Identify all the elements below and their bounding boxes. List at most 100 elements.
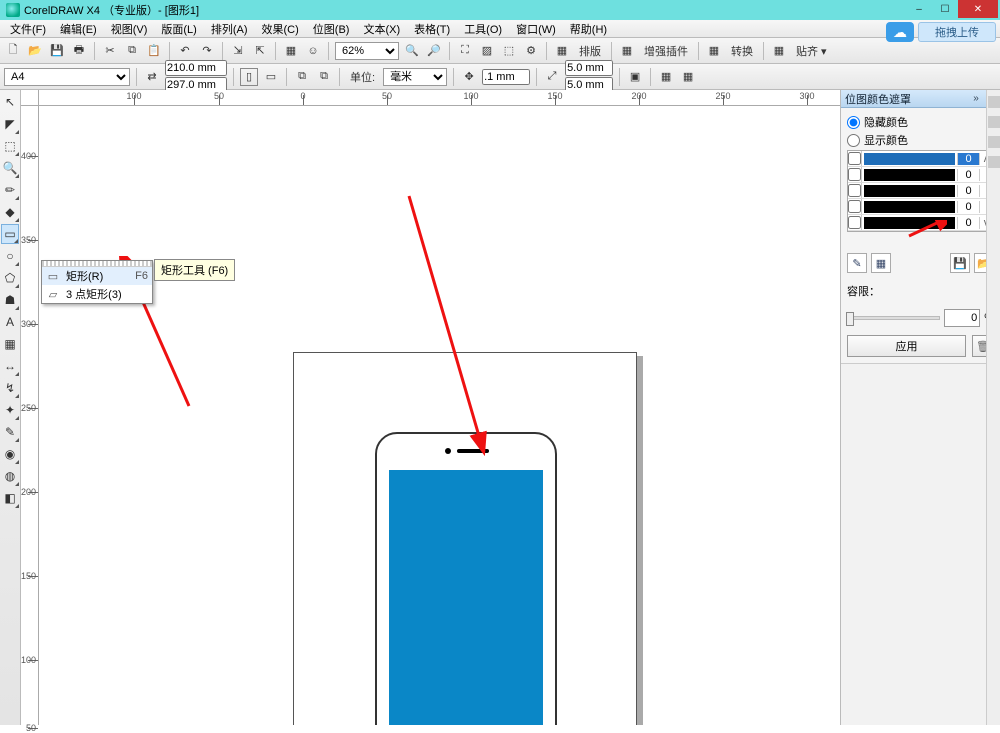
outline-tool-icon[interactable]: ◉ <box>1 444 19 464</box>
plugin-icon[interactable]: ▦ <box>618 42 636 60</box>
pages2-icon[interactable]: ⧉ <box>315 68 333 86</box>
ruler-origin[interactable] <box>21 90 39 106</box>
zoom-in-icon[interactable]: 🔍 <box>403 42 421 60</box>
landscape-icon[interactable]: ▭ <box>262 68 280 86</box>
portrait-icon[interactable]: ▯ <box>240 68 258 86</box>
connector-tool-icon[interactable]: ↯ <box>1 378 19 398</box>
strip-icon-4[interactable] <box>988 156 1000 168</box>
strip-icon-3[interactable] <box>988 136 1000 148</box>
strip-icon-1[interactable] <box>988 96 1000 108</box>
dynamic-guides-icon[interactable]: ▦ <box>657 68 675 86</box>
color-mask-row[interactable]: 0 <box>848 167 993 183</box>
import-icon[interactable]: ⇲ <box>229 42 247 60</box>
tolerance-field[interactable] <box>944 309 980 327</box>
cut-icon[interactable]: ✂ <box>101 42 119 60</box>
table-tool-icon[interactable]: ▦ <box>1 334 19 354</box>
menu-tools[interactable]: 工具(O) <box>458 21 508 37</box>
fill-tool-icon[interactable]: ◍ <box>1 466 19 486</box>
edit-color-icon[interactable]: ▦ <box>871 253 891 273</box>
rectangle-tool-icon[interactable]: ▭ <box>1 224 19 244</box>
paiban-icon[interactable]: ▦ <box>553 42 571 60</box>
menu-help[interactable]: 帮助(H) <box>564 21 613 37</box>
horizontal-ruler[interactable]: 10050050100150200250300 <box>39 90 840 106</box>
save-icon[interactable]: 💾 <box>48 42 66 60</box>
app-launcher-icon[interactable]: ▦ <box>282 42 300 60</box>
snap-to-label[interactable]: 贴齐 ▾ <box>792 43 831 59</box>
cloud-icon[interactable]: ☁ <box>886 22 914 42</box>
new-icon[interactable]: 🗋 <box>4 42 22 60</box>
welcome-icon[interactable]: ☺ <box>304 42 322 60</box>
menu-effects[interactable]: 效果(C) <box>256 21 305 37</box>
copy-icon[interactable]: ⧉ <box>123 42 141 60</box>
ellipse-tool-icon[interactable]: ○ <box>1 246 19 266</box>
crop-icon[interactable]: ⬚ <box>500 42 518 60</box>
zoom-combo[interactable]: 62% <box>335 42 399 60</box>
smart-fill-tool-icon[interactable]: ◆ <box>1 202 19 222</box>
eyedropper-tool-icon[interactable]: ✎ <box>1 422 19 442</box>
snap-to-icon[interactable]: ▦ <box>770 42 788 60</box>
options-icon[interactable]: ⚙ <box>522 42 540 60</box>
print-icon[interactable]: 🖶 <box>70 42 88 60</box>
radio-show-color[interactable]: 显示颜色 <box>847 132 994 148</box>
menu-file[interactable]: 文件(F) <box>4 21 52 37</box>
radio-show-input[interactable] <box>847 134 860 147</box>
color-row-checkbox[interactable] <box>848 199 862 214</box>
plugin-label[interactable]: 增强插件 <box>640 43 692 59</box>
eyedropper-icon[interactable]: ✎ <box>847 253 867 273</box>
strip-icon-2[interactable] <box>988 116 1000 128</box>
paper-size-combo[interactable]: A4 <box>4 68 130 86</box>
menu-layout[interactable]: 版面(L) <box>155 21 202 37</box>
basic-shapes-tool-icon[interactable]: ☗ <box>1 290 19 310</box>
open-icon[interactable]: 📂 <box>26 42 44 60</box>
unit-combo[interactable]: 毫米 <box>383 68 447 86</box>
freehand-tool-icon[interactable]: ✏ <box>1 180 19 200</box>
menu-text[interactable]: 文本(X) <box>357 21 406 37</box>
crop-tool-icon[interactable]: ⬚ <box>1 136 19 156</box>
menu-bitmap[interactable]: 位图(B) <box>307 21 356 37</box>
undo-icon[interactable]: ↶ <box>176 42 194 60</box>
polygon-tool-icon[interactable]: ⬠ <box>1 268 19 288</box>
radio-hide-input[interactable] <box>847 116 860 129</box>
nudge-field[interactable] <box>482 69 530 85</box>
convert-label[interactable]: 转换 <box>727 43 757 59</box>
flyout-item-3pt-rectangle[interactable]: ▱ 3 点矩形(3) <box>42 285 152 303</box>
dimension-tool-icon[interactable]: ↔ <box>1 356 19 376</box>
zoom-tool-icon[interactable]: 🔍 <box>1 158 19 178</box>
menu-edit[interactable]: 编辑(E) <box>54 21 103 37</box>
menu-view[interactable]: 视图(V) <box>105 21 154 37</box>
color-row-checkbox[interactable] <box>848 151 862 166</box>
text-tool-icon[interactable]: A <box>1 312 19 332</box>
redo-icon[interactable]: ↷ <box>198 42 216 60</box>
full-screen-icon[interactable]: ⛶ <box>456 42 474 60</box>
pages-icon[interactable]: ⧉ <box>293 68 311 86</box>
treat-as-filled-icon[interactable]: ▣ <box>626 68 644 86</box>
color-mask-row[interactable]: 0 <box>848 199 993 215</box>
interactive-fill-tool-icon[interactable]: ◧ <box>1 488 19 508</box>
page-width-field[interactable] <box>165 60 227 76</box>
vertical-ruler[interactable]: 40035030025020015010050 <box>21 106 39 725</box>
convert-icon[interactable]: ▦ <box>705 42 723 60</box>
interactive-tool-icon[interactable]: ✦ <box>1 400 19 420</box>
color-row-checkbox[interactable] <box>848 215 862 230</box>
snap-icon[interactable]: ▨ <box>478 42 496 60</box>
snap-objects-icon[interactable]: ▦ <box>679 68 697 86</box>
dup-x-field[interactable] <box>565 60 613 76</box>
zoom-out-icon[interactable]: 🔎 <box>425 42 443 60</box>
upload-button[interactable]: 拖拽上传 <box>918 22 996 42</box>
drawing-canvas[interactable]: ▭ 矩形(R) F6 ▱ 3 点矩形(3) 矩形工具 (F6) <box>39 106 840 725</box>
menu-arrange[interactable]: 排列(A) <box>205 21 254 37</box>
radio-hide-color[interactable]: 隐藏颜色 <box>847 114 994 130</box>
close-button[interactable]: ✕ <box>958 0 998 18</box>
color-mask-row[interactable]: 0 <box>848 183 993 199</box>
menu-table[interactable]: 表格(T) <box>408 21 456 37</box>
menu-window[interactable]: 窗口(W) <box>510 21 562 37</box>
shape-tool-icon[interactable]: ◤ <box>1 114 19 134</box>
phone-shape[interactable] <box>375 432 557 725</box>
save-mask-icon[interactable]: 💾 <box>950 253 970 273</box>
apply-button[interactable]: 应用 <box>847 335 966 357</box>
minimize-button[interactable]: – <box>906 0 932 18</box>
color-row-checkbox[interactable] <box>848 183 862 198</box>
paste-icon[interactable]: 📋 <box>145 42 163 60</box>
docker-title-bar[interactable]: 位图颜色遮罩 » ▣ <box>841 90 1000 108</box>
paiban-label[interactable]: 排版 <box>575 43 605 59</box>
